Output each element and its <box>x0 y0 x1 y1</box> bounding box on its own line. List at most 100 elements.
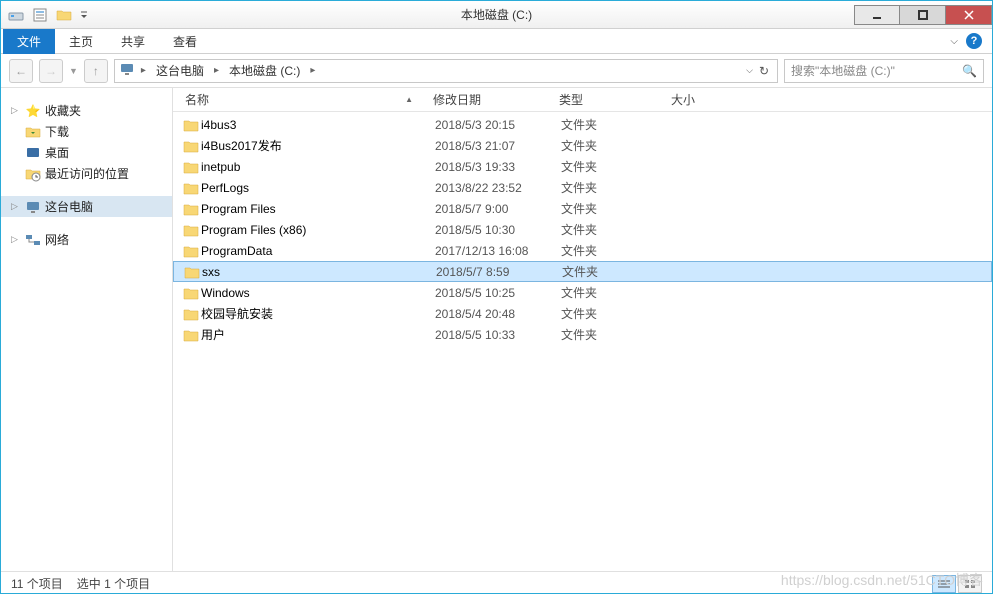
expand-icon[interactable]: ▷ <box>11 201 21 212</box>
column-date[interactable]: 修改日期 <box>433 91 559 108</box>
file-type: 文件夹 <box>561 284 673 301</box>
sidebar-downloads[interactable]: 下载 <box>1 121 172 142</box>
pc-icon <box>25 199 41 215</box>
file-name: PerfLogs <box>201 181 435 195</box>
sidebar-favorites[interactable]: ▷ ⭐ 收藏夹 <box>1 100 172 121</box>
file-name: ProgramData <box>201 244 435 258</box>
new-folder-icon[interactable] <box>53 4 75 26</box>
file-name: Program Files (x86) <box>201 223 435 237</box>
tab-file[interactable]: 文件 <box>3 29 55 54</box>
network-icon <box>25 232 41 248</box>
sidebar-item-label: 下载 <box>45 123 69 140</box>
close-button[interactable] <box>946 5 992 25</box>
forward-button[interactable]: → <box>39 59 63 83</box>
help-icon[interactable]: ? <box>966 33 982 49</box>
recent-locations-dropdown[interactable]: ▼ <box>69 66 78 76</box>
file-date: 2018/5/3 21:07 <box>435 139 561 153</box>
tab-share[interactable]: 共享 <box>107 29 159 54</box>
refresh-icon[interactable]: ↻ <box>759 64 769 78</box>
dropdown-icon[interactable]: ⌵ <box>746 65 753 76</box>
sidebar-item-label: 网络 <box>45 231 69 248</box>
file-date: 2018/5/5 10:33 <box>435 328 561 342</box>
column-size[interactable]: 大小 <box>671 91 751 108</box>
folder-icon <box>184 265 202 279</box>
file-type: 文件夹 <box>561 242 673 259</box>
sidebar-desktop[interactable]: 桌面 <box>1 142 172 163</box>
folder-icon <box>183 160 201 174</box>
folder-icon <box>183 244 201 258</box>
table-row[interactable]: Windows2018/5/5 10:25文件夹 <box>173 282 992 303</box>
file-date: 2018/5/5 10:25 <box>435 286 561 300</box>
status-selection: 选中 1 个项目 <box>77 575 150 592</box>
qat-dropdown-icon[interactable] <box>77 4 91 26</box>
file-name: 校园导航安装 <box>201 305 435 322</box>
column-headers: 名称▲ 修改日期 类型 大小 <box>173 88 992 112</box>
sidebar-this-pc[interactable]: ▷ 这台电脑 <box>1 196 172 217</box>
window-controls <box>854 5 992 25</box>
up-button[interactable]: ↑ <box>84 59 108 83</box>
file-date: 2018/5/5 10:30 <box>435 223 561 237</box>
folder-icon <box>183 118 201 132</box>
sidebar-item-label: 这台电脑 <box>45 198 93 215</box>
minimize-button[interactable] <box>854 5 900 25</box>
chevron-right-icon[interactable]: ▸ <box>139 65 148 76</box>
file-date: 2018/5/7 8:59 <box>436 265 562 279</box>
search-input[interactable]: 搜索"本地磁盘 (C:)" 🔍 <box>784 59 984 83</box>
table-row[interactable]: i4Bus2017发布2018/5/3 21:07文件夹 <box>173 135 992 156</box>
chevron-right-icon[interactable]: ▸ <box>212 65 221 76</box>
table-row[interactable]: Program Files2018/5/7 9:00文件夹 <box>173 198 992 219</box>
breadcrumb-drive-c[interactable]: 本地磁盘 (C:) <box>225 60 304 81</box>
window-title: 本地磁盘 (C:) <box>461 6 532 23</box>
file-type: 文件夹 <box>562 263 674 280</box>
table-row[interactable]: Program Files (x86)2018/5/5 10:30文件夹 <box>173 219 992 240</box>
tab-view[interactable]: 查看 <box>159 29 211 54</box>
file-type: 文件夹 <box>561 326 673 343</box>
table-row[interactable]: PerfLogs2013/8/22 23:52文件夹 <box>173 177 992 198</box>
sidebar-item-label: 收藏夹 <box>45 102 81 119</box>
file-type: 文件夹 <box>561 200 673 217</box>
ribbon: 文件 主页 共享 查看 ⌵ ? <box>1 29 992 54</box>
folder-icon <box>183 139 201 153</box>
column-name[interactable]: 名称▲ <box>181 91 433 108</box>
expand-icon[interactable]: ▷ <box>11 234 21 245</box>
search-icon[interactable]: 🔍 <box>962 64 977 78</box>
sidebar-item-label: 桌面 <box>45 144 69 161</box>
table-row[interactable]: 用户2018/5/5 10:33文件夹 <box>173 324 992 345</box>
table-row[interactable]: sxs2018/5/7 8:59文件夹 <box>173 261 992 282</box>
sidebar-recent[interactable]: 最近访问的位置 <box>1 163 172 184</box>
search-placeholder: 搜索"本地磁盘 (C:)" <box>791 62 895 79</box>
file-name: 用户 <box>201 326 435 343</box>
table-row[interactable]: 校园导航安装2018/5/4 20:48文件夹 <box>173 303 992 324</box>
folder-icon <box>183 307 201 321</box>
properties-icon[interactable] <box>29 4 51 26</box>
ribbon-expand-icon[interactable]: ⌵ <box>950 36 958 47</box>
details-view-button[interactable] <box>932 575 956 593</box>
tab-home[interactable]: 主页 <box>55 29 107 54</box>
address-row: ← → ▼ ↑ ▸ 这台电脑 ▸ 本地磁盘 (C:) ▸ ⌵ ↻ 搜索"本地磁盘… <box>1 54 992 88</box>
file-date: 2018/5/3 20:15 <box>435 118 561 132</box>
folder-icon <box>183 202 201 216</box>
table-row[interactable]: i4bus32018/5/3 20:15文件夹 <box>173 114 992 135</box>
maximize-button[interactable] <box>900 5 946 25</box>
file-name: i4Bus2017发布 <box>201 137 435 154</box>
sidebar-network[interactable]: ▷ 网络 <box>1 229 172 250</box>
download-folder-icon <box>25 124 41 140</box>
table-row[interactable]: inetpub2018/5/3 19:33文件夹 <box>173 156 992 177</box>
icons-view-button[interactable] <box>958 575 982 593</box>
expand-icon[interactable]: ▷ <box>11 105 21 116</box>
column-type[interactable]: 类型 <box>559 91 671 108</box>
breadcrumb-this-pc[interactable]: 这台电脑 <box>152 60 208 81</box>
status-item-count: 11 个项目 <box>11 575 63 592</box>
table-row[interactable]: ProgramData2017/12/13 16:08文件夹 <box>173 240 992 261</box>
file-type: 文件夹 <box>561 116 673 133</box>
file-type: 文件夹 <box>561 179 673 196</box>
file-date: 2018/5/4 20:48 <box>435 307 561 321</box>
drive-icon[interactable] <box>5 4 27 26</box>
back-button[interactable]: ← <box>9 59 33 83</box>
address-bar[interactable]: ▸ 这台电脑 ▸ 本地磁盘 (C:) ▸ ⌵ ↻ <box>114 59 778 83</box>
chevron-right-icon[interactable]: ▸ <box>308 65 317 76</box>
recent-icon <box>25 166 41 182</box>
file-name: Program Files <box>201 202 435 216</box>
pc-icon <box>119 61 135 80</box>
file-type: 文件夹 <box>561 305 673 322</box>
